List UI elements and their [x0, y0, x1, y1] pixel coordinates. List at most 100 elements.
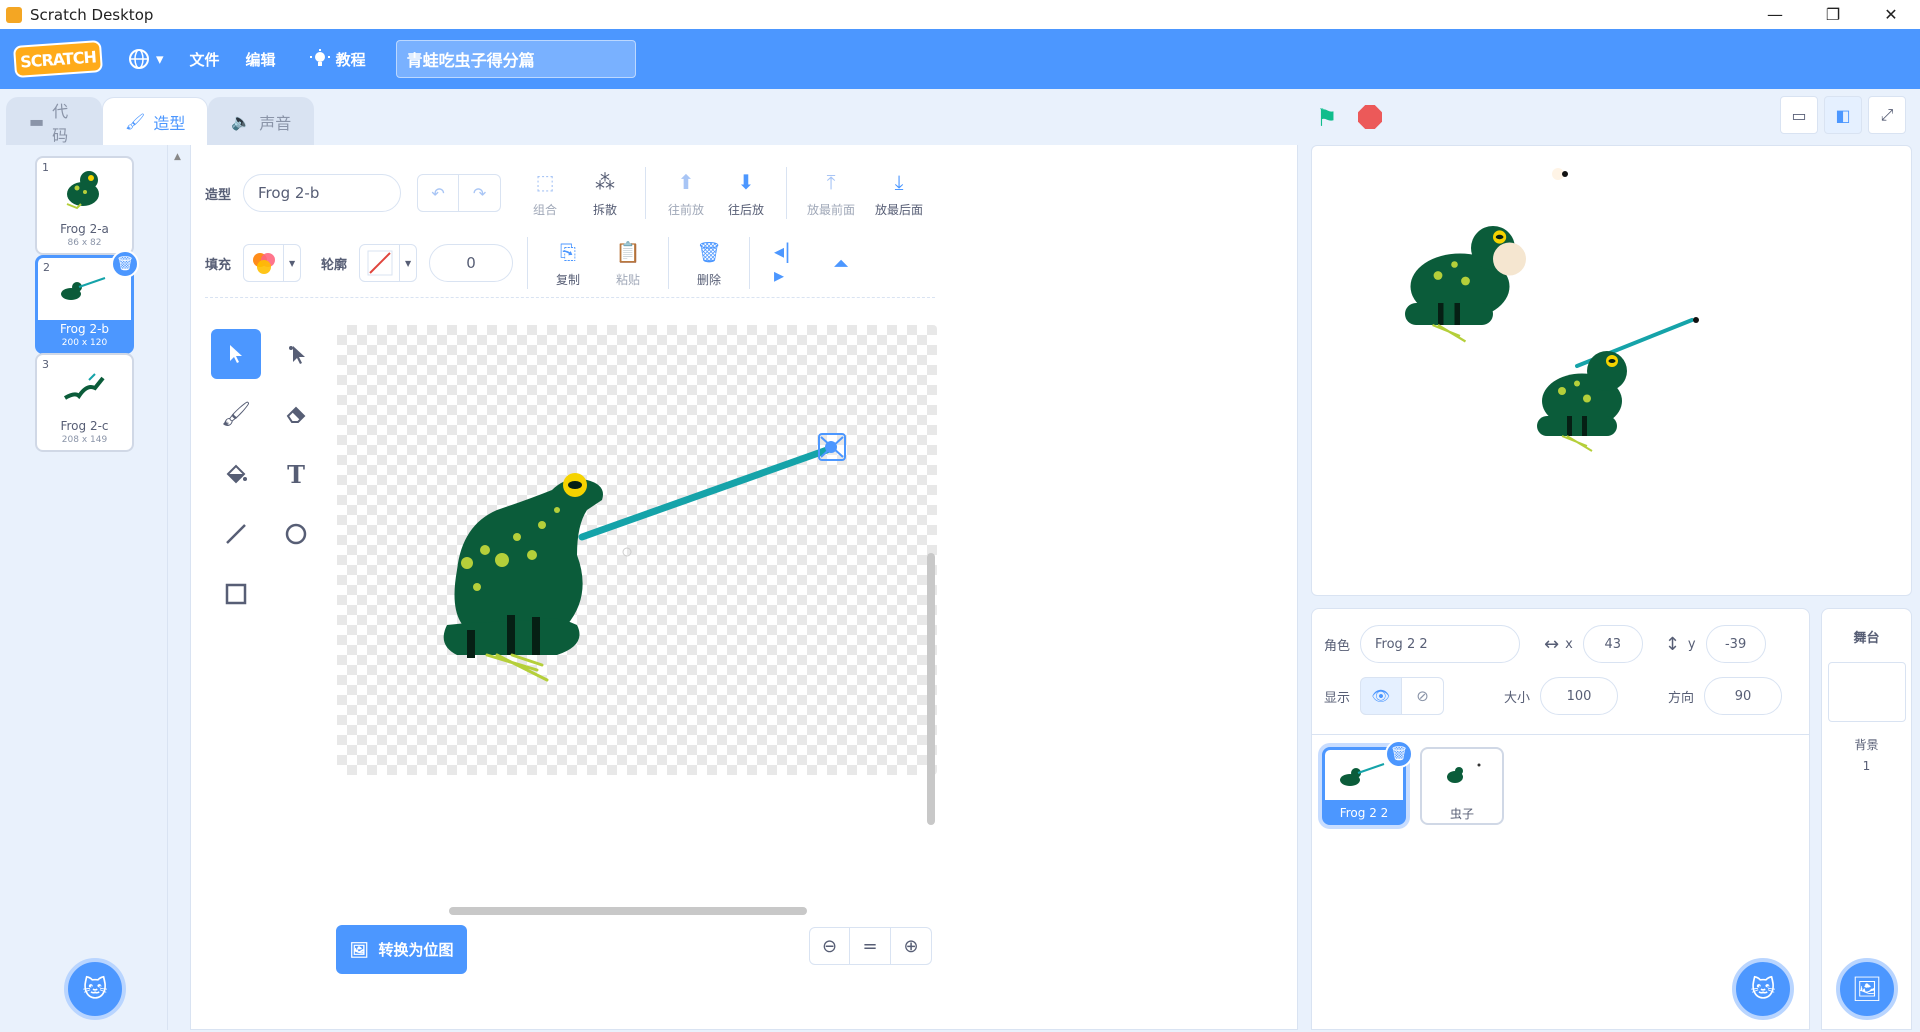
costume-name-input[interactable]: Frog 2-b [243, 174, 402, 212]
large-stage-button[interactable]: ◧ [1824, 96, 1862, 134]
brush-tool[interactable]: 🖌 [211, 389, 261, 439]
costume-list: 1 Frog 2-a 86 x 82 2 Frog 2-b 200 x 120 … [0, 145, 168, 1030]
small-stage-button[interactable]: ▭ [1780, 96, 1818, 134]
forward-label: 往前放 [668, 202, 705, 217]
ungroup-label: 拆散 [593, 202, 618, 217]
toolbar-divider [205, 297, 935, 298]
direction-input[interactable]: 90 [1704, 677, 1783, 715]
delete-button[interactable]: 🗑 删除 [679, 239, 739, 288]
sprite-tile-frog[interactable]: Frog 2 2 🗑 [1322, 740, 1413, 825]
choose-sprite-button[interactable]: 🐱 [1732, 958, 1794, 1020]
minimize-button[interactable]: — [1746, 0, 1804, 29]
choose-costume-button[interactable]: 🐱 [64, 958, 126, 1020]
trash-icon: 🗑 [1390, 746, 1408, 762]
eraser-icon [286, 406, 306, 423]
undo-button[interactable]: ↶ [417, 174, 460, 212]
small-stage-icon: ▭ [1791, 105, 1807, 125]
copy-icon: ⎘ [560, 239, 577, 264]
copy-button[interactable]: ⎘ 复制 [538, 239, 598, 288]
forward-button[interactable]: ⬆ 往前放 [656, 169, 716, 218]
show-visible-button[interactable]: 👁 [1360, 677, 1403, 715]
line-tool[interactable] [211, 509, 261, 559]
fill-tool[interactable] [211, 449, 261, 499]
project-title-input[interactable]: 青蛙吃虫子得分篇 [395, 40, 636, 78]
group-button[interactable]: ⬚ 组合 [515, 169, 575, 218]
tab-costumes[interactable]: 🖌 造型 [102, 97, 209, 145]
convert-to-bitmap-button[interactable]: 🖼 转换为位图 [336, 925, 467, 974]
code-icon: ▬ [29, 112, 45, 131]
window-titlebar: Scratch Desktop — ❐ ✕ [0, 0, 1920, 29]
backward-button[interactable]: ⬇ 往后放 [716, 169, 776, 218]
tab-code[interactable]: ▬ 代码 [6, 97, 102, 145]
scratch-logo[interactable]: SCRATCH [12, 39, 104, 79]
zoom-reset-button[interactable]: = [850, 927, 891, 965]
stop-button[interactable] [1358, 105, 1382, 129]
x-input[interactable]: 43 [1582, 625, 1643, 663]
costume-card-2[interactable]: 2 Frog 2-b 200 x 120 🗑 [35, 250, 139, 354]
maximize-button[interactable]: ❐ [1804, 0, 1862, 29]
reshape-tool[interactable] [271, 329, 321, 379]
fullscreen-button[interactable]: ⤢ [1868, 96, 1906, 134]
tab-sounds[interactable]: 🔈 声音 [208, 97, 315, 145]
zoom-out-button[interactable]: ⊖ [809, 927, 850, 965]
costume-thumbnail [40, 358, 128, 416]
costume-card-1[interactable]: 1 Frog 2-a 86 x 82 [35, 156, 134, 255]
sprite-tile-bug[interactable]: 虫子 [1420, 747, 1504, 825]
show-hidden-button[interactable]: ⊘ [1402, 677, 1445, 715]
canvas-horizontal-scrollbar[interactable] [449, 907, 807, 915]
paste-label: 粘贴 [616, 272, 641, 287]
paste-button[interactable]: 📋 粘贴 [598, 239, 658, 288]
redo-button[interactable]: ↷ [459, 174, 502, 212]
fill-color-picker[interactable]: ▼ [243, 244, 302, 282]
outline-color-picker[interactable]: ▼ [359, 244, 418, 282]
rectangle-tool[interactable] [211, 569, 261, 619]
stage[interactable] [1311, 145, 1912, 596]
paint-editor: 造型 Frog 2-b ↶ ↷ ⬚ 组合 ⁂ 拆散 ⬆ 往前放 ⬇ 往后放 ⤒ … [190, 145, 1298, 1030]
close-button[interactable]: ✕ [1862, 0, 1920, 29]
front-button[interactable]: ⤒ 放最前面 [797, 169, 865, 218]
sprite-info: 角色 Frog 2 2 ↔ x 43 ↕ y -39 显示 👁 ⊘ 大小 100… [1312, 609, 1809, 735]
back-button[interactable]: ⤓ 放最后面 [865, 169, 933, 218]
eye-slash-icon: ⊘ [1416, 687, 1429, 705]
green-flag-button[interactable]: ⚑ [1316, 104, 1338, 132]
convert-bitmap-label: 转换为位图 [378, 941, 454, 959]
delete-sprite-button[interactable]: 🗑 [1385, 740, 1413, 768]
sprite-name-input[interactable]: Frog 2 2 [1360, 625, 1521, 663]
costume-number: 3 [42, 358, 49, 371]
eraser-tool[interactable] [271, 389, 321, 439]
canvas-vertical-scrollbar[interactable] [927, 553, 935, 825]
text-tool[interactable]: T [271, 449, 321, 499]
arrow-up-icon: ⬆ [677, 169, 695, 194]
divider [668, 237, 670, 289]
size-input[interactable]: 100 [1540, 677, 1619, 715]
costume-card-3[interactable]: 3 Frog 2-c 208 x 149 [35, 353, 134, 452]
flip-horizontal-button[interactable]: ◂|▸ [760, 239, 814, 287]
edit-menu[interactable]: 编辑 [246, 49, 276, 70]
file-menu[interactable]: 文件 [190, 49, 220, 70]
paint-canvas[interactable] [337, 325, 937, 775]
circle-tool[interactable] [271, 509, 321, 559]
group-icon: ⬚ [535, 169, 555, 194]
tutorials-menu[interactable]: 教程 [309, 49, 366, 70]
outline-width-input[interactable]: 0 [429, 244, 514, 282]
size-label: 大小 [1504, 690, 1531, 706]
delete-costume-button[interactable]: 🗑 [111, 250, 139, 278]
y-input[interactable]: -39 [1705, 625, 1766, 663]
choose-backdrop-button[interactable]: 🖼 [1836, 958, 1898, 1020]
sprite-pane: 角色 Frog 2 2 ↔ x 43 ↕ y -39 显示 👁 ⊘ 大小 100… [1311, 608, 1810, 1030]
outline-swatch-none [360, 245, 401, 281]
zoom-in-button[interactable]: ⊕ [891, 927, 932, 965]
scroll-up-arrow[interactable]: ▲ [174, 152, 181, 162]
flip-horizontal-icon: ◂|▸ [774, 239, 791, 287]
ungroup-button[interactable]: ⁂ 拆散 [575, 169, 635, 218]
flip-vertical-button[interactable]: ⏶ [814, 250, 868, 276]
reshape-icon [289, 346, 305, 364]
select-tool[interactable] [211, 329, 261, 379]
backdrop-count: 1 [1862, 759, 1871, 773]
language-menu[interactable]: ▾ [128, 48, 164, 70]
fullscreen-icon: ⤢ [1880, 105, 1894, 124]
image-icon: 🖼 [349, 940, 369, 959]
lightbulb-icon [309, 49, 330, 66]
menu-bar: SCRATCH ▾ 文件 编辑 教程 青蛙吃虫子得分篇 [0, 29, 1920, 89]
frog-sprite-top [1405, 226, 1526, 343]
